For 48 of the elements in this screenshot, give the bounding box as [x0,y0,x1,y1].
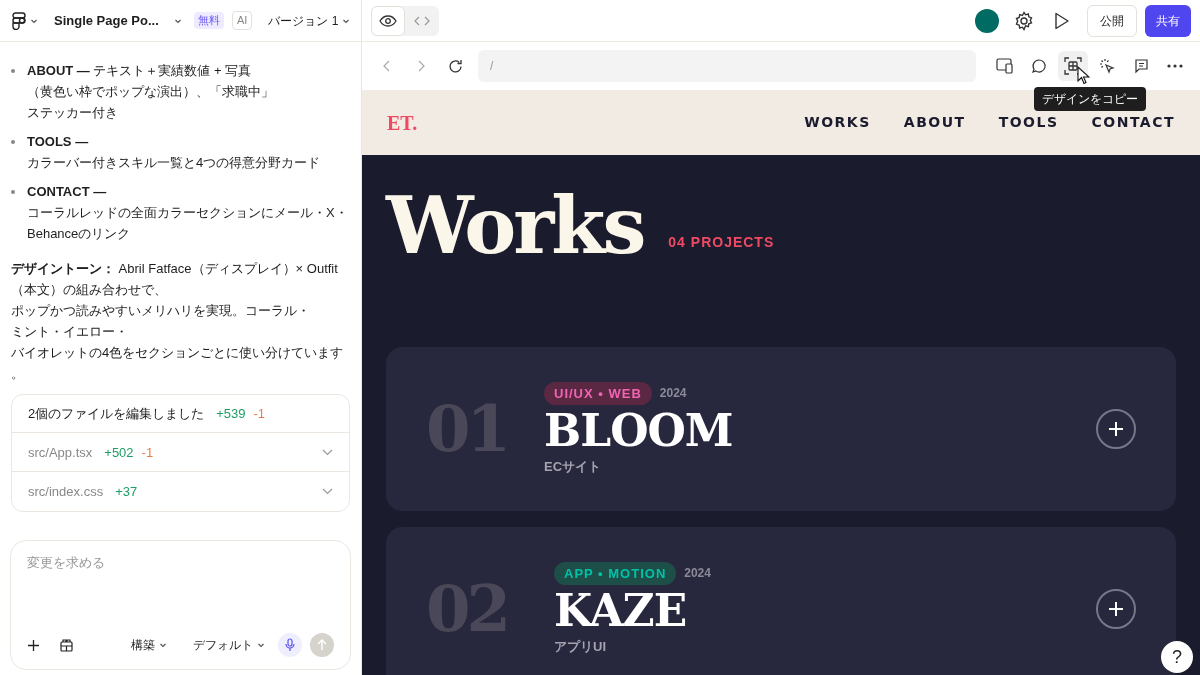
category-tag: APP • MOTION [554,561,677,585]
tooltip: デザインをコピー [1034,87,1146,111]
bullet-text-line: ABOUT — テキスト＋実績数値 + 写真 [27,62,253,80]
model-dropdown[interactable]: デフォルト [193,636,265,654]
message-field[interactable]: 変更を求める 構築 デフォルト [10,540,351,670]
nav-link[interactable]: ABOUT [903,112,966,133]
plan-badge: 無料 [194,12,224,29]
paragraph-line: （本文）の組み合わせで、 [11,281,168,299]
version-dropdown[interactable]: バージョン 1 [268,11,351,30]
project-year: 2024 [659,385,687,403]
project-count: 04 PROJECTS [668,233,775,252]
project-subtitle: ECサイト [544,458,603,476]
bullet-text-line: TOOLS — [27,133,90,151]
file-path: src/App.tsx [28,443,93,462]
file-path: src/index.css [28,483,104,501]
removed-count: -1 [141,443,154,462]
paragraph-line: デザイントーン： Abril Fatface（ディスプレイ）× Outfit [11,260,339,278]
project-title: KAZE [554,585,688,637]
added-count: +502 [104,443,134,462]
added-count: +37 [115,483,138,501]
bullet-text-line: （黄色い枠でポップな演出）、「求職中」 [27,83,274,101]
file-row[interactable]: src/App.tsx +502 -1 [12,433,349,472]
bullet-text-line: カラーバー付きスキル一覧と4つの得意分野カード [27,154,321,172]
removed-count: -1 [253,405,266,423]
bullet-text-line: ステッカー付き [27,104,119,122]
category-tag: UI/UX • WEB [544,381,652,405]
paragraph-line: ポップかつ読みやすいメリハリを実現。コーラル・ [11,302,311,320]
paragraph-line: 。 [11,365,25,383]
bullet-text-line: Behanceのリンク [27,225,132,243]
paragraph-line: ミント・イエロー・ [11,323,129,341]
bullet-text-line: CONTACT — [27,183,108,201]
mode-dropdown[interactable]: 構築 [131,636,167,654]
project-subtitle: アプリUI [554,638,607,656]
section-heading: Works [386,181,644,271]
paragraph-line: バイオレットの4色をセクションごとに使い分けています [11,344,345,362]
added-count: +539 [216,405,246,423]
publish-button[interactable]: 公開 [1087,4,1137,37]
nav-link[interactable]: WORKS [804,112,871,133]
bullet-text-line: コーラルレッドの全面カラーセクションにメール・X・ [27,204,348,222]
nav-link[interactable]: TOOLS [998,112,1059,133]
project-year: 2024 [684,565,711,583]
nav-link[interactable]: CONTACT [1091,112,1175,133]
changes-summary: 2個のファイルを編集しました [28,405,205,423]
project-title: BLOOM [544,405,733,457]
file-row[interactable]: src/index.css +37 [12,472,349,511]
ai-badge[interactable]: AI [232,11,253,30]
project-title[interactable]: Single Page Po... [54,10,166,31]
share-button[interactable]: 共有 [1145,4,1191,37]
